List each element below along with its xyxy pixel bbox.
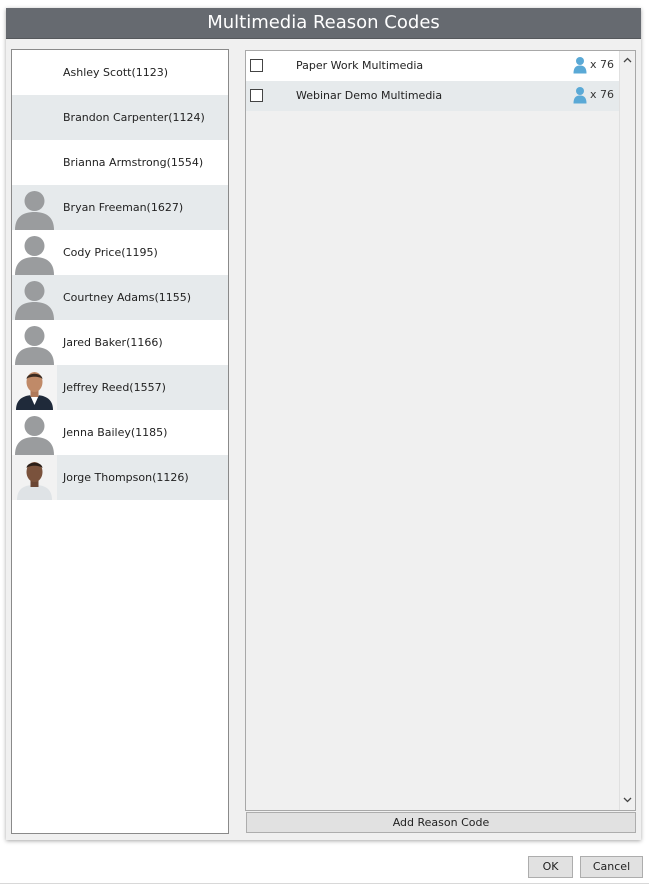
reason-code-name: Webinar Demo Multimedia: [296, 89, 443, 102]
silhouette-avatar-icon: [12, 185, 57, 230]
agent-row[interactable]: Courtney Adams(1155): [12, 275, 228, 320]
cancel-button[interactable]: Cancel: [580, 856, 643, 878]
reason-code-checkbox[interactable]: [250, 89, 263, 102]
agent-row[interactable]: Jeffrey Reed(1557): [12, 365, 228, 410]
agent-name: Ashley Scott(1123): [63, 66, 169, 79]
user-icon: [573, 87, 587, 104]
assigned-count: x 76: [573, 51, 614, 81]
avatar: [12, 140, 57, 185]
agent-name: Cody Price(1195): [63, 246, 158, 259]
agent-row[interactable]: Jared Baker(1166): [12, 320, 228, 365]
agent-row[interactable]: Brianna Armstrong(1554): [12, 140, 228, 185]
add-reason-code-button[interactable]: Add Reason Code: [246, 812, 636, 833]
silhouette-avatar-icon: [12, 410, 57, 455]
agent-row[interactable]: Jorge Thompson(1126): [12, 455, 228, 500]
agent-row[interactable]: Bryan Freeman(1627): [12, 185, 228, 230]
agent-row[interactable]: Jenna Bailey(1185): [12, 410, 228, 455]
assigned-count-label: x 76: [589, 58, 614, 71]
chevron-down-icon[interactable]: [620, 793, 635, 808]
reason-codes-dialog: Multimedia Reason Codes Ashley Scott(112…: [6, 8, 641, 840]
photo-avatar-icon: [12, 365, 57, 410]
agent-name: Jared Baker(1166): [63, 336, 163, 349]
agent-name: Brandon Carpenter(1124): [63, 111, 205, 124]
reason-code-name: Paper Work Multimedia: [296, 59, 424, 72]
vertical-scrollbar[interactable]: [619, 51, 635, 810]
silhouette-avatar-icon: [12, 230, 57, 275]
reason-code-row[interactable]: Paper Work Multimedia x 76: [246, 51, 620, 81]
ok-button[interactable]: OK: [528, 856, 573, 878]
agent-name: Bryan Freeman(1627): [63, 201, 184, 214]
dialog-title: Multimedia Reason Codes: [6, 8, 641, 39]
reason-code-checkbox[interactable]: [250, 59, 263, 72]
footer-divider: [0, 883, 649, 884]
user-icon: [573, 57, 587, 74]
chevron-up-icon[interactable]: [620, 53, 635, 68]
agent-name: Jenna Bailey(1185): [63, 426, 168, 439]
agent-row[interactable]: Cody Price(1195): [12, 230, 228, 275]
agent-list[interactable]: Ashley Scott(1123) Brandon Carpenter(112…: [11, 49, 229, 834]
reason-code-row[interactable]: Webinar Demo Multimedia x 76: [246, 81, 620, 111]
agent-name: Jorge Thompson(1126): [63, 471, 189, 484]
assigned-count-label: x 76: [589, 88, 614, 101]
avatar: [12, 95, 57, 140]
agent-row[interactable]: Brandon Carpenter(1124): [12, 95, 228, 140]
agent-row[interactable]: Ashley Scott(1123): [12, 50, 228, 95]
agent-name: Brianna Armstrong(1554): [63, 156, 204, 169]
agent-name: Courtney Adams(1155): [63, 291, 192, 304]
agent-name: Jeffrey Reed(1557): [63, 381, 166, 394]
assigned-count: x 76: [573, 81, 614, 111]
silhouette-avatar-icon: [12, 275, 57, 320]
silhouette-avatar-icon: [12, 320, 57, 365]
reason-code-list[interactable]: Paper Work Multimedia x 76 Webinar Demo …: [245, 50, 636, 811]
photo-avatar-icon: [12, 455, 57, 500]
avatar: [12, 50, 57, 95]
